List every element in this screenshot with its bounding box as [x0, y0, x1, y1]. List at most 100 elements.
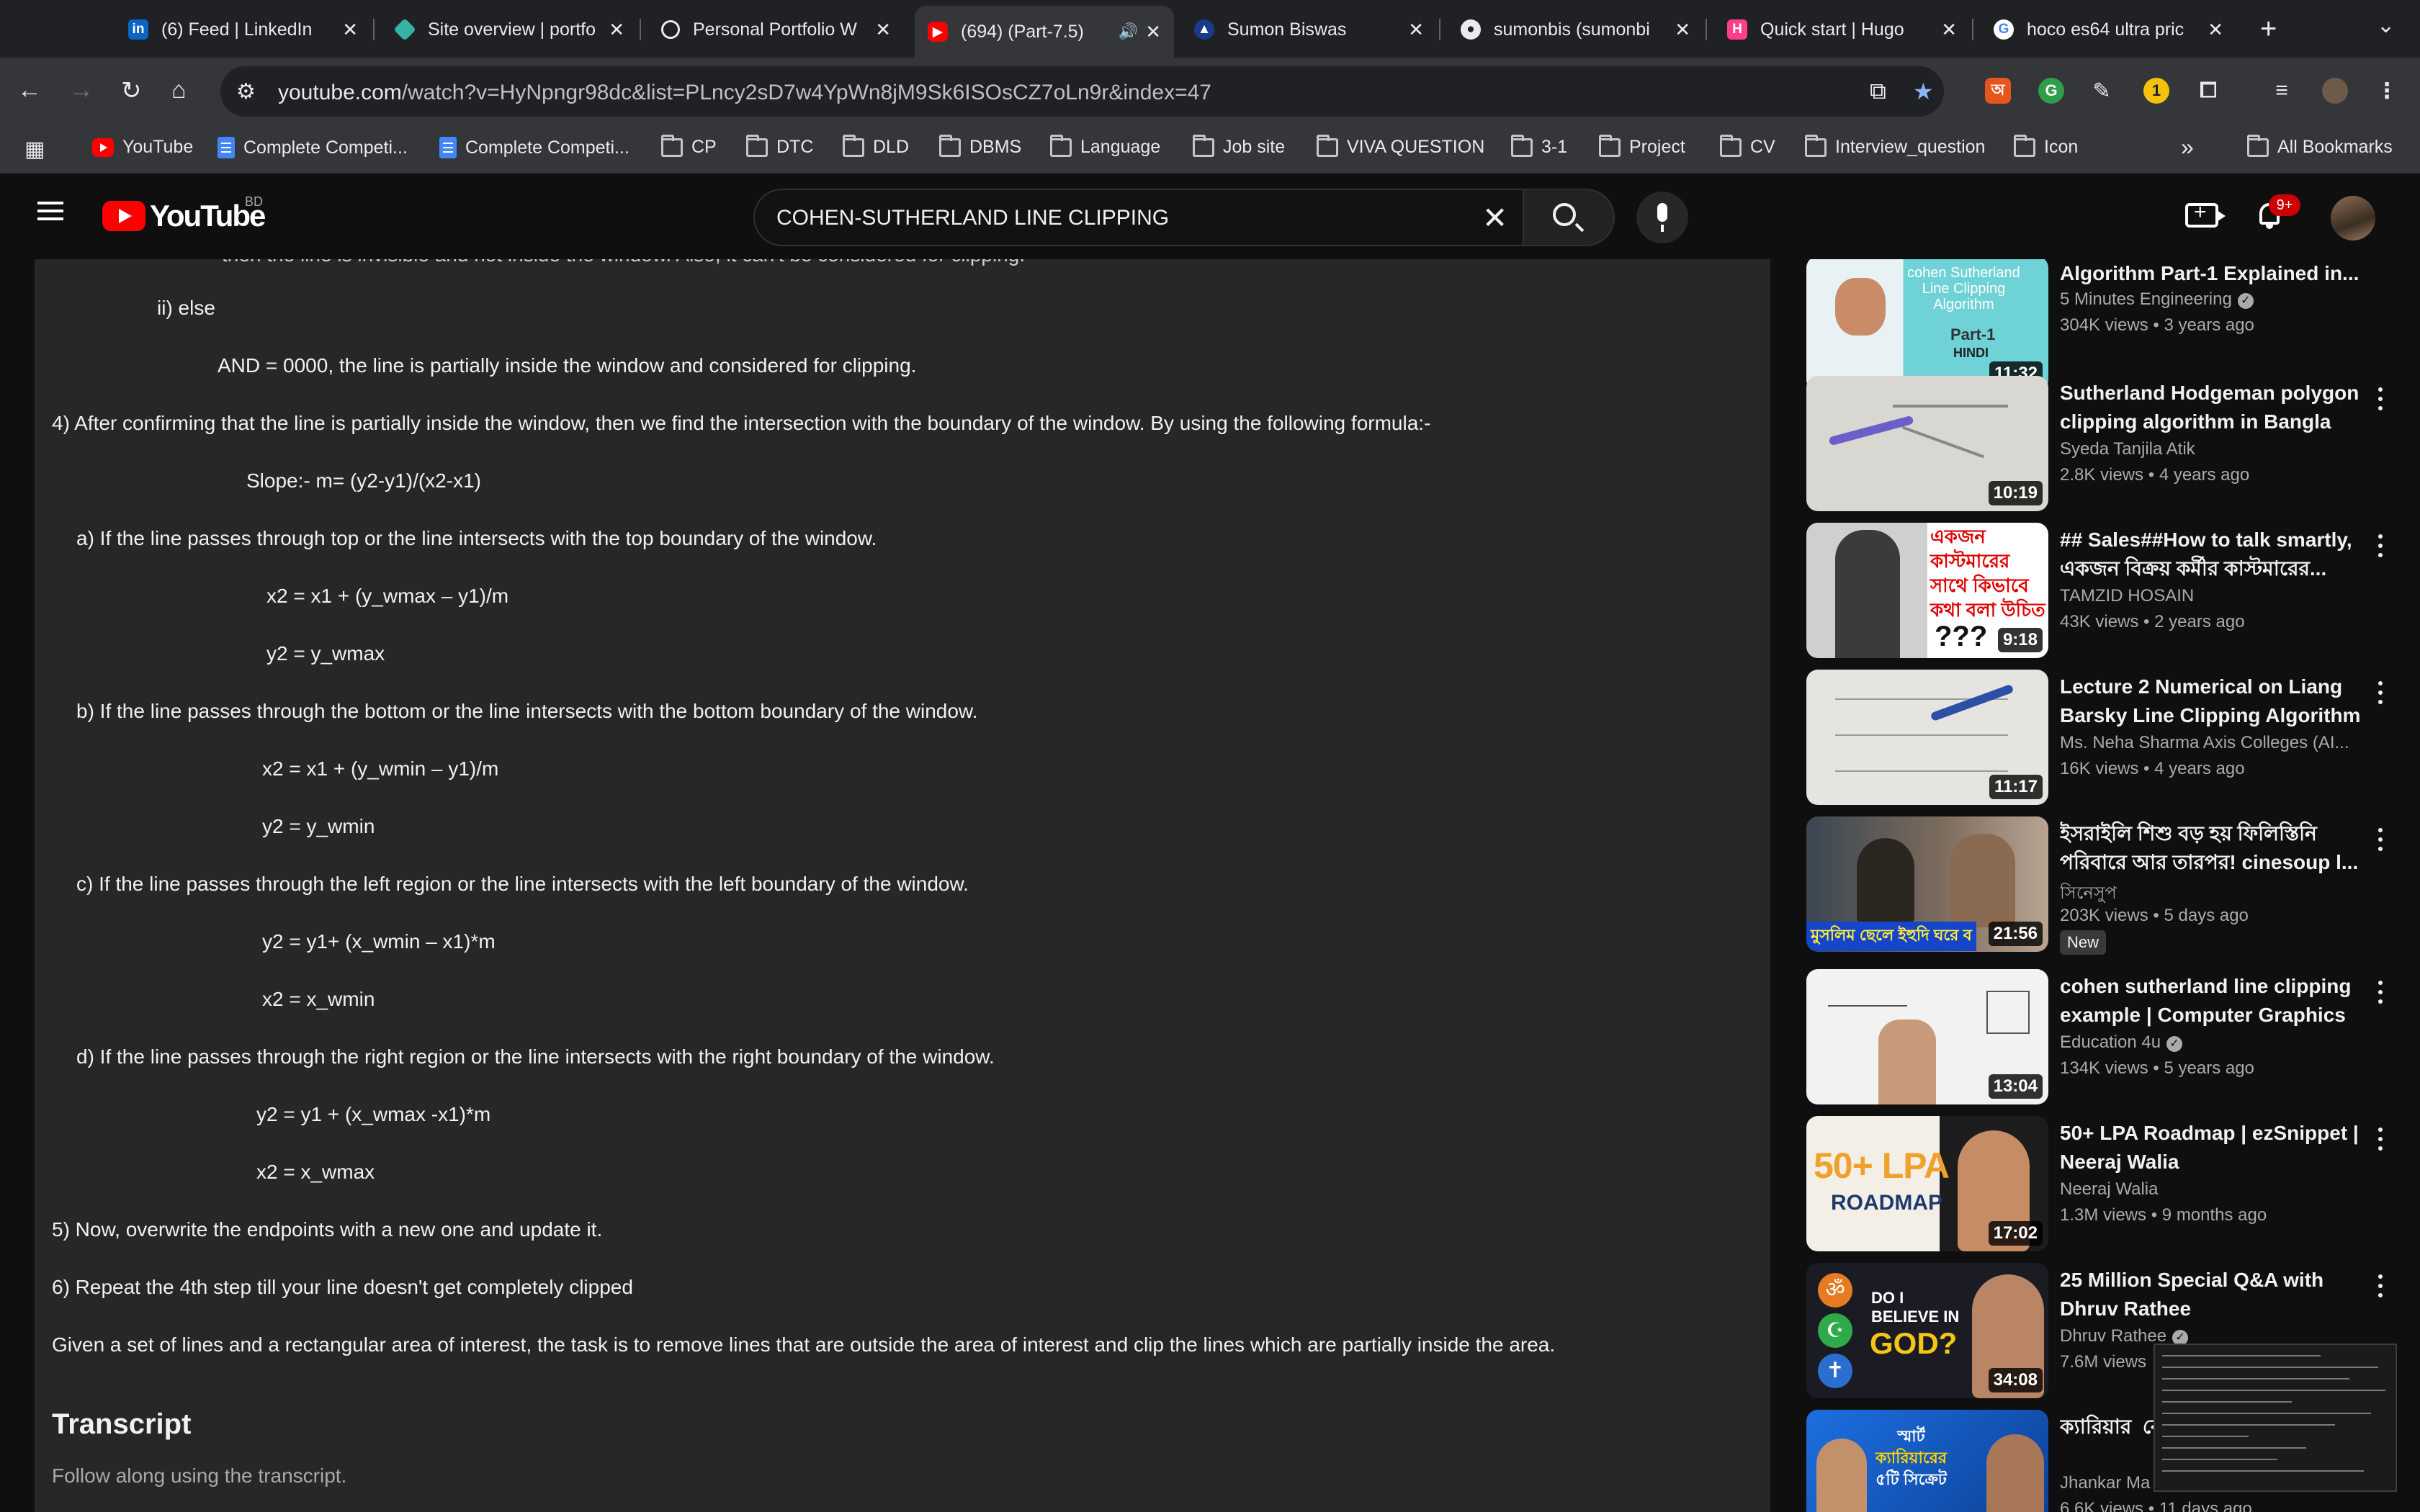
grammarly-extension-icon[interactable]: G	[2038, 78, 2064, 104]
tab-google-search[interactable]: G hoco es64 ultra pric ✕	[1981, 7, 2236, 52]
tab-sumon-biswas[interactable]: ▲ Sumon Biswas ✕	[1181, 7, 1437, 52]
bookmark-star-icon[interactable]: ★	[1913, 78, 1934, 105]
video-title[interactable]: cohen sutherland line clipping example |…	[2060, 972, 2362, 1030]
bookmark-folder-3-1[interactable]: 3-1	[1511, 134, 1567, 158]
youtube-logo[interactable]: YouTube	[102, 199, 266, 233]
extension-badge-icon[interactable]: 1	[2143, 78, 2169, 104]
video-thumbnail[interactable]: cohen Sutherland Line Clipping Algorithm P…	[1806, 259, 2048, 392]
more-options-icon[interactable]	[2365, 1272, 2394, 1300]
close-tab-icon[interactable]: ✕	[1675, 19, 1690, 41]
tab-personal-portfolio[interactable]: Personal Portfolio W ✕	[648, 7, 904, 52]
search-query[interactable]: COHEN-SUTHERLAND LINE CLIPPING	[776, 206, 1169, 230]
video-title[interactable]: ## Sales##How to talk smartly, একজন বিক্…	[2060, 526, 2362, 583]
address-bar[interactable]: ⚙ youtube.com/watch?v=HyNpngr98dc&list=P…	[220, 66, 1944, 117]
video-thumbnail[interactable]: মুসলিম ছেলে ইহুদি ঘরে ব 21:56	[1806, 816, 2048, 952]
apps-grid-icon[interactable]: ▦	[24, 137, 45, 162]
tab-site-overview[interactable]: Site overview | portfo ✕	[382, 7, 637, 52]
close-tab-icon[interactable]: ✕	[342, 19, 358, 41]
back-arrow-icon[interactable]: ←	[17, 76, 42, 104]
chevron-down-icon[interactable]: ⌄	[2377, 13, 2395, 38]
recommended-video[interactable]: 13:04 cohen sutherland line clipping exa…	[1806, 969, 2420, 1104]
video-title[interactable]: ইসরাইলি শিশু বড় হয় ফিলিস্তিনি পরিবারে …	[2060, 819, 2362, 877]
video-title[interactable]: 25 Million Special Q&A with Dhruv Rathee	[2060, 1266, 2362, 1323]
video-title[interactable]: Lecture 2 Numerical on Liang Barsky Line…	[2060, 672, 2362, 730]
channel-name[interactable]: Neeraj Walia	[2060, 1179, 2362, 1200]
channel-name[interactable]: Education 4u ✓	[2060, 1032, 2362, 1053]
more-options-icon[interactable]	[2365, 531, 2394, 560]
bookmark-folder-icon[interactable]: Icon	[2014, 134, 2078, 158]
close-tab-icon[interactable]: ✕	[1145, 21, 1161, 43]
video-title[interactable]: 50+ LPA Roadmap | ezSnippet | Neeraj Wal…	[2060, 1119, 2362, 1176]
more-options-icon[interactable]	[2365, 825, 2394, 854]
bookmark-folder-viva-question[interactable]: VIVA QUESTION	[1317, 134, 1484, 158]
create-video-icon[interactable]	[2185, 200, 2226, 228]
voice-search-button[interactable]	[1636, 192, 1688, 243]
mini-preview-window[interactable]	[2154, 1344, 2397, 1492]
bookmark-complete-competi-2[interactable]: Complete Competi...	[439, 137, 629, 158]
recommended-video[interactable]: 11:17 Lecture 2 Numerical on Liang Barsk…	[1806, 670, 2420, 805]
close-tab-icon[interactable]: ✕	[2208, 19, 2223, 41]
bookmark-folder-cp[interactable]: CP	[661, 134, 717, 158]
clear-search-icon[interactable]: ✕	[1482, 200, 1507, 235]
video-thumbnail[interactable]: 13:04	[1806, 969, 2048, 1104]
video-thumbnail[interactable]: 11:17	[1806, 670, 2048, 805]
channel-name[interactable]: সিনেসুপ	[2060, 880, 2362, 909]
tab-youtube-active[interactable]: ▶ (694) (Part-7.5) 🔊 ✕	[915, 6, 1174, 58]
recommended-video[interactable]: 10:19 Sutherland Hodgeman polygon clippi…	[1806, 376, 2420, 511]
search-button[interactable]	[1524, 189, 1615, 246]
video-thumbnail[interactable]: স্মার্ট ক্যারিয়ারের ৫টি সিক্রেট	[1806, 1410, 2048, 1512]
media-control-icon[interactable]: ≡	[2269, 78, 2295, 104]
close-tab-icon[interactable]: ✕	[1408, 19, 1424, 41]
account-avatar[interactable]	[2331, 196, 2375, 240]
more-options-icon[interactable]	[2365, 384, 2394, 413]
url-text[interactable]: youtube.com/watch?v=HyNpngr98dc&list=PLn…	[278, 81, 1211, 105]
bookmark-folder-dtc[interactable]: DTC	[746, 134, 813, 158]
bookmark-folder-job-site[interactable]: Job site	[1193, 134, 1285, 158]
eyedropper-icon[interactable]: ✎	[2089, 78, 2115, 104]
video-thumbnail[interactable]: 10:19	[1806, 376, 2048, 511]
bookmark-youtube[interactable]: YouTube	[92, 137, 193, 158]
bookmark-folder-dld[interactable]: DLD	[843, 134, 909, 158]
tab-linkedin[interactable]: in (6) Feed | LinkedIn ✕	[115, 7, 371, 52]
recommended-video[interactable]: cohen Sutherland Line Clipping Algorithm P…	[1806, 259, 2420, 392]
bookmarks-overflow-button[interactable]: »	[2181, 134, 2194, 161]
more-options-icon[interactable]	[2365, 978, 2394, 1007]
tab-hugo[interactable]: H Quick start | Hugo ✕	[1714, 7, 1970, 52]
video-thumbnail[interactable]: 50+ LPA ROADMAP 17:02	[1806, 1116, 2048, 1251]
tab-github[interactable]: ● sumonbis (sumonbi ✕	[1448, 7, 1703, 52]
bookmark-folder-project[interactable]: Project	[1599, 134, 1685, 158]
bookmark-folder-language[interactable]: Language	[1050, 134, 1160, 158]
channel-name[interactable]: Ms. Neha Sharma Axis Colleges (AI...	[2060, 733, 2362, 753]
video-thumbnail[interactable]: একজন কাস্টমারের সাথে কিভাবে কথা বলা উচিত ??…	[1806, 523, 2048, 658]
all-bookmarks-button[interactable]: All Bookmarks	[2247, 134, 2393, 158]
recommended-video[interactable]: 50+ LPA ROADMAP 17:02 50+ LPA Roadmap | …	[1806, 1116, 2420, 1251]
channel-name[interactable]: TAMZID HOSAIN	[2060, 586, 2362, 606]
recommended-video[interactable]: একজন কাস্টমারের সাথে কিভাবে কথা বলা উচিত ??…	[1806, 523, 2420, 658]
video-title[interactable]: Sutherland Hodgeman polygon clipping alg…	[2060, 379, 2362, 436]
forward-arrow-icon[interactable]: →	[69, 76, 94, 104]
hamburger-menu-icon[interactable]	[37, 202, 63, 220]
bookmark-folder-interview-question[interactable]: Interview_question	[1805, 134, 1985, 158]
extensions-puzzle-icon[interactable]: ⧠	[2195, 78, 2221, 104]
bookmark-folder-dbms[interactable]: DBMS	[939, 134, 1021, 158]
browser-menu-icon[interactable]: ⋮	[2374, 78, 2400, 104]
video-title[interactable]: Algorithm Part-1 Explained in...	[2060, 259, 2362, 288]
new-tab-button[interactable]: +	[2260, 13, 2277, 45]
more-options-icon[interactable]	[2365, 678, 2394, 707]
close-tab-icon[interactable]: ✕	[1941, 19, 1957, 41]
profile-avatar-icon[interactable]	[2322, 78, 2348, 104]
home-icon[interactable]: ⌂	[171, 76, 187, 104]
search-input[interactable]: COHEN-SUTHERLAND LINE CLIPPING ✕	[753, 189, 1524, 246]
more-options-icon[interactable]	[2365, 1125, 2394, 1153]
video-thumbnail[interactable]: ॐ ☪ ✝ DO I BELIEVE IN GOD? 34:08	[1806, 1263, 2048, 1398]
open-in-app-icon[interactable]: ⧉	[1870, 78, 1886, 105]
speaker-icon[interactable]: 🔊	[1119, 22, 1138, 41]
translate-extension-icon[interactable]: অ	[1985, 78, 2011, 104]
bookmark-complete-competi-1[interactable]: Complete Competi...	[218, 137, 408, 158]
channel-name[interactable]: 5 Minutes Engineering ✓	[2060, 289, 2362, 310]
site-info-icon[interactable]: ⚙	[236, 79, 256, 104]
reload-icon[interactable]: ↻	[121, 76, 142, 105]
bookmark-folder-cv[interactable]: CV	[1720, 134, 1775, 158]
close-tab-icon[interactable]: ✕	[875, 19, 891, 41]
close-tab-icon[interactable]: ✕	[609, 19, 624, 41]
